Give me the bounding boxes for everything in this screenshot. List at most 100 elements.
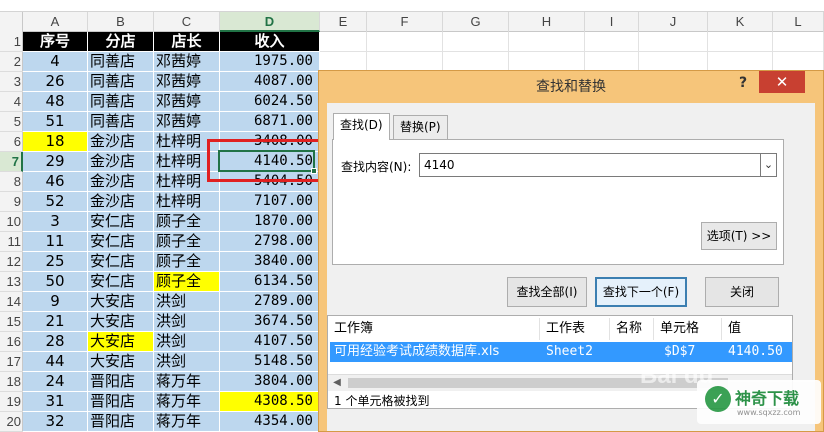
cell-manager[interactable]: 顾子全: [154, 232, 220, 252]
empty-cell[interactable]: [585, 32, 639, 52]
cell-manager[interactable]: 邓茜婷: [154, 92, 220, 112]
cell-store[interactable]: 金沙店: [88, 132, 154, 152]
row-header-20[interactable]: 20: [0, 412, 23, 432]
column-header-l[interactable]: L: [773, 12, 824, 32]
column-header-a[interactable]: A: [23, 12, 88, 32]
cell-store[interactable]: 金沙店: [88, 152, 154, 172]
find-all-button[interactable]: 查找全部(I): [507, 277, 587, 307]
cell-manager[interactable]: 杜梓明: [154, 192, 220, 212]
select-all-corner[interactable]: [0, 12, 23, 32]
cell-id[interactable]: 46: [23, 172, 88, 192]
cell-income[interactable]: 4308.50: [220, 392, 320, 412]
cell-id[interactable]: 26: [23, 72, 88, 92]
results-header-name[interactable]: 名称: [610, 318, 654, 340]
row-header-16[interactable]: 16: [0, 332, 23, 352]
column-header-g[interactable]: G: [443, 12, 509, 32]
column-header-f[interactable]: F: [367, 12, 443, 32]
cell-store[interactable]: 大安店: [88, 332, 154, 352]
cell-store[interactable]: 同善店: [88, 92, 154, 112]
find-what-input[interactable]: 4140: [419, 153, 761, 177]
cell-store[interactable]: 安仁店: [88, 212, 154, 232]
row-header-19[interactable]: 19: [0, 392, 23, 412]
cell-income[interactable]: 6024.50: [220, 92, 320, 112]
cell-income[interactable]: 7107.00: [220, 192, 320, 212]
empty-cell[interactable]: [639, 32, 708, 52]
empty-cell[interactable]: [509, 52, 585, 72]
cell-manager[interactable]: 蒋万年: [154, 392, 220, 412]
tab-replace[interactable]: 替换(P): [393, 115, 448, 139]
empty-cell[interactable]: [367, 52, 443, 72]
dialog-close-button[interactable]: ✕: [759, 71, 805, 93]
column-header-j[interactable]: J: [639, 12, 708, 32]
cell-manager[interactable]: 洪剑: [154, 292, 220, 312]
cell-store[interactable]: 金沙店: [88, 192, 154, 212]
empty-cell[interactable]: [443, 52, 509, 72]
row-header-6[interactable]: 6: [0, 132, 23, 152]
cell-income[interactable]: 5148.50: [220, 352, 320, 372]
cell-store[interactable]: 同善店: [88, 72, 154, 92]
cell-income[interactable]: 1975.00: [220, 52, 320, 72]
options-button[interactable]: 选项(T) >>: [701, 222, 777, 250]
cell-manager[interactable]: 邓茜婷: [154, 72, 220, 92]
cell-manager[interactable]: 洪剑: [154, 312, 220, 332]
cell-id[interactable]: 31: [23, 392, 88, 412]
cell-income[interactable]: 6871.00: [220, 112, 320, 132]
result-row[interactable]: 可用经验考试成绩数据库.xls Sheet2 $D$7 4140.50: [330, 342, 792, 362]
cell-store[interactable]: 安仁店: [88, 252, 154, 272]
row-header-3[interactable]: 3: [0, 72, 23, 92]
cell-manager[interactable]: 顾子全: [154, 252, 220, 272]
cell-income[interactable]: 3674.50: [220, 312, 320, 332]
help-button[interactable]: ?: [731, 71, 755, 95]
empty-cell[interactable]: [320, 52, 367, 72]
cell-store[interactable]: 同善店: [88, 112, 154, 132]
cell-id[interactable]: 3: [23, 212, 88, 232]
cell-store[interactable]: 大安店: [88, 292, 154, 312]
results-header-value[interactable]: 值: [722, 318, 792, 340]
chevron-down-icon[interactable]: ⌄: [761, 153, 777, 177]
column-title-cell[interactable]: 序号: [23, 32, 88, 52]
cell-store[interactable]: 大安店: [88, 312, 154, 332]
scroll-left-icon[interactable]: ◀: [330, 375, 344, 391]
row-header-12[interactable]: 12: [0, 252, 23, 272]
row-header-4[interactable]: 4: [0, 92, 23, 112]
column-header-c[interactable]: C: [154, 12, 220, 32]
row-header-10[interactable]: 10: [0, 212, 23, 232]
row-header-2[interactable]: 2: [0, 52, 23, 72]
empty-cell[interactable]: [585, 52, 639, 72]
row-header-5[interactable]: 5: [0, 112, 23, 132]
cell-id[interactable]: 21: [23, 312, 88, 332]
column-title-cell[interactable]: 分店: [88, 32, 154, 52]
find-next-button[interactable]: 查找下一个(F): [595, 277, 687, 307]
column-title-cell[interactable]: 收入: [220, 32, 320, 52]
column-header-d[interactable]: D: [220, 12, 320, 32]
results-header-cell[interactable]: 单元格: [654, 318, 722, 340]
cell-income[interactable]: 4354.00: [220, 412, 320, 432]
cell-manager[interactable]: 顾子全: [154, 212, 220, 232]
row-header-14[interactable]: 14: [0, 292, 23, 312]
cell-id[interactable]: 18: [23, 132, 88, 152]
cell-id[interactable]: 11: [23, 232, 88, 252]
results-header-workbook[interactable]: 工作簿: [328, 318, 540, 340]
empty-cell[interactable]: [708, 52, 773, 72]
cell-manager[interactable]: 洪剑: [154, 352, 220, 372]
cell-manager[interactable]: 蒋万年: [154, 372, 220, 392]
cell-store[interactable]: 晋阳店: [88, 412, 154, 432]
tab-find[interactable]: 查找(D): [333, 113, 390, 140]
cell-store[interactable]: 晋阳店: [88, 392, 154, 412]
empty-cell[interactable]: [367, 32, 443, 52]
cell-store[interactable]: 安仁店: [88, 232, 154, 252]
cell-manager[interactable]: 邓茜婷: [154, 52, 220, 72]
cell-id[interactable]: 51: [23, 112, 88, 132]
cell-store[interactable]: 晋阳店: [88, 372, 154, 392]
empty-cell[interactable]: [509, 32, 585, 52]
close-button[interactable]: 关闭: [705, 277, 779, 307]
cell-income[interactable]: 6134.50: [220, 272, 320, 292]
empty-cell[interactable]: [773, 52, 824, 72]
cell-income[interactable]: 2789.00: [220, 292, 320, 312]
cell-id[interactable]: 9: [23, 292, 88, 312]
empty-cell[interactable]: [639, 52, 708, 72]
cell-store[interactable]: 大安店: [88, 352, 154, 372]
cell-id[interactable]: 52: [23, 192, 88, 212]
column-header-e[interactable]: E: [320, 12, 367, 32]
cell-id[interactable]: 48: [23, 92, 88, 112]
